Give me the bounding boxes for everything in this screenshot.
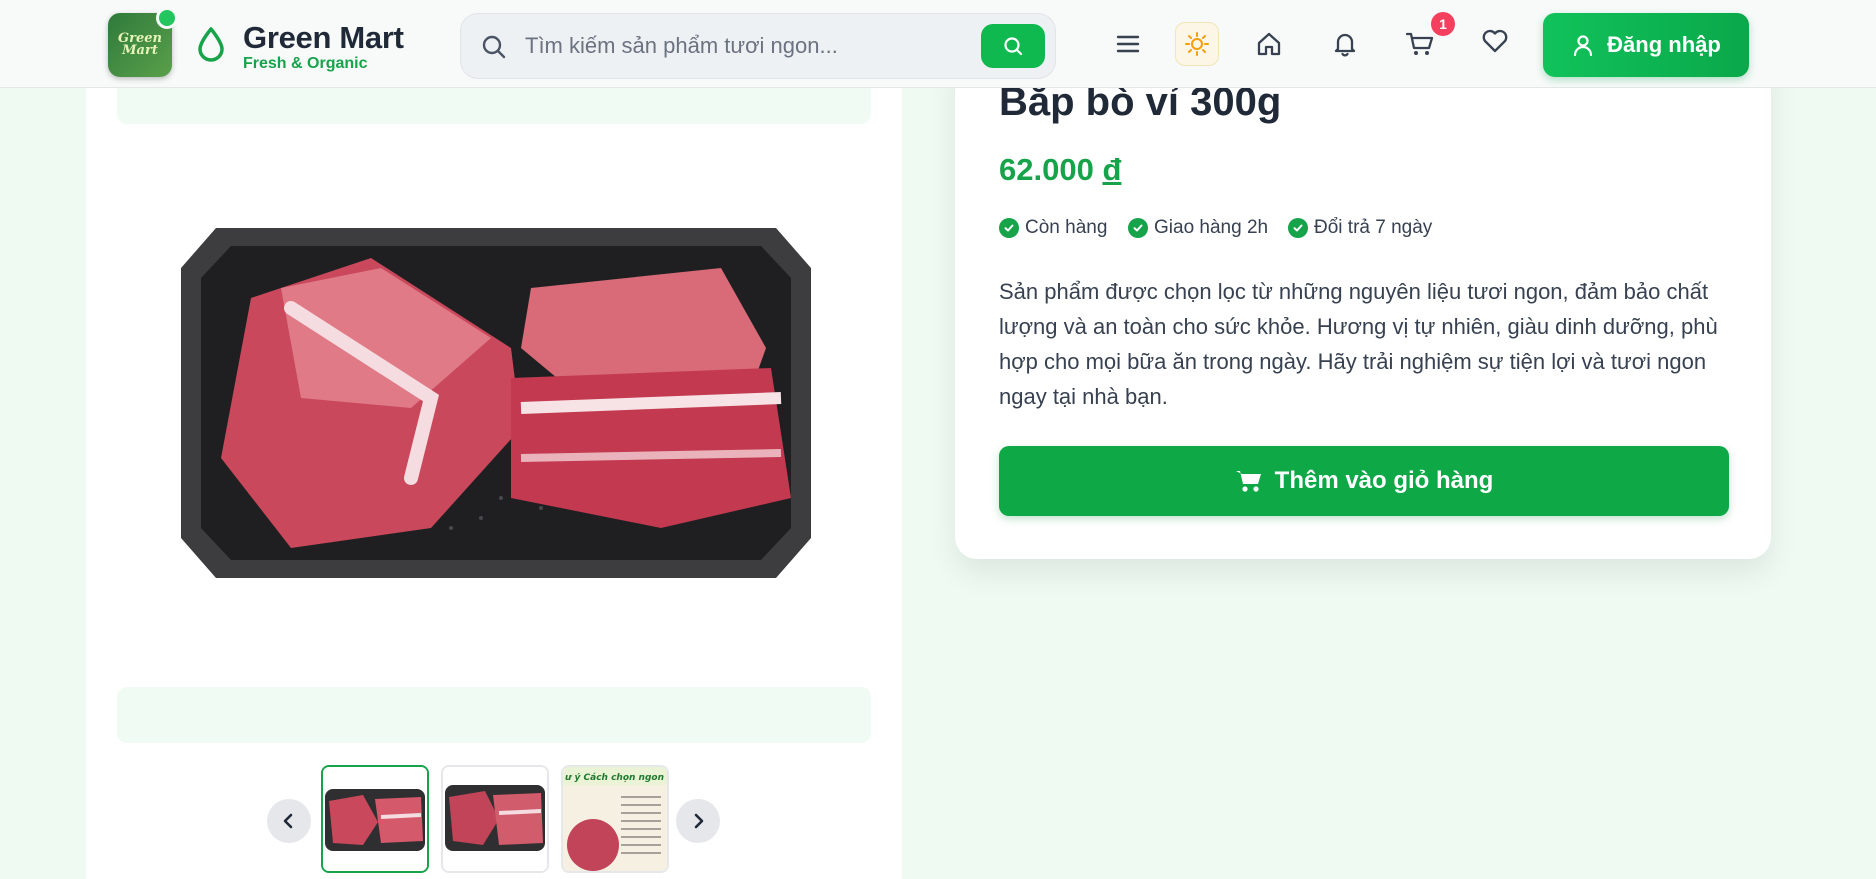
check-circle-icon xyxy=(1128,218,1148,238)
search-icon xyxy=(482,35,506,59)
online-dot xyxy=(156,7,178,29)
product-price: 62.000 đ xyxy=(999,152,1121,188)
thumbnail-caption: ư ý Cách chọn ngon nh xyxy=(565,773,667,783)
cart-count-badge: 1 xyxy=(1431,12,1455,36)
gallery-prev-button[interactable] xyxy=(267,799,311,843)
logo-text: Green Mart xyxy=(118,31,162,58)
gallery-thumbnail[interactable]: ư ý Cách chọn ngon nh xyxy=(561,765,669,873)
login-label: Đăng nhập xyxy=(1607,32,1721,57)
gallery-bottom-strip xyxy=(117,687,871,743)
product-main-image[interactable] xyxy=(181,228,811,578)
feature-label: Giao hàng 2h xyxy=(1154,217,1269,238)
thumbnail-image xyxy=(323,767,427,871)
home-icon xyxy=(1257,32,1281,56)
gallery-top-strip xyxy=(117,88,871,124)
cart-icon xyxy=(1235,471,1261,492)
add-to-cart-label: Thêm vào giỏ hàng xyxy=(1274,467,1494,494)
feature-label: Đổi trả 7 ngày xyxy=(1314,217,1433,238)
thumbnail-image xyxy=(443,767,547,871)
price-currency: đ xyxy=(1102,152,1122,187)
check-circle-icon xyxy=(999,218,1019,238)
price-value: 62.000 xyxy=(999,152,1094,187)
cart-icon xyxy=(1405,32,1434,55)
product-description: Sản phẩm được chọn lọc từ những nguyên l… xyxy=(999,279,1718,409)
feature-fast-delivery: Giao hàng 2h xyxy=(1128,217,1268,239)
home-button[interactable] xyxy=(1251,26,1287,62)
brand-name[interactable]: Green Mart xyxy=(243,20,404,56)
search-icon xyxy=(1004,37,1023,56)
brand-tagline: Fresh & Organic xyxy=(243,55,368,72)
search-bar xyxy=(460,13,1056,79)
user-icon xyxy=(1574,35,1593,57)
gallery-thumbnail[interactable] xyxy=(321,765,429,873)
thumbnail-image: ư ý Cách chọn ngon nh xyxy=(563,767,667,871)
leaf-drop-icon xyxy=(198,27,224,62)
add-to-cart-button[interactable]: Thêm vào giỏ hàng xyxy=(999,446,1729,516)
notifications-button[interactable] xyxy=(1327,26,1363,62)
feature-label: Còn hàng xyxy=(1025,217,1108,238)
heart-icon xyxy=(1482,29,1508,53)
menu-button[interactable] xyxy=(1110,26,1146,62)
top-navbar: Green Mart Green Mart Fresh & Organic Tì… xyxy=(0,0,1876,88)
theme-toggle-button[interactable] xyxy=(1175,22,1219,66)
bell-icon xyxy=(1334,33,1356,57)
chevron-right-icon xyxy=(694,813,704,829)
product-info-card: Bắp bò vỉ 300g 62.000 đ Còn hàng Giao hà… xyxy=(955,50,1771,559)
product-gallery: ư ý Cách chọn ngon nh xyxy=(86,88,902,879)
search-input[interactable] xyxy=(525,28,925,64)
feature-return-policy: Đổi trả 7 ngày xyxy=(1288,217,1432,239)
wishlist-button[interactable] xyxy=(1477,23,1513,59)
sun-icon xyxy=(1185,32,1209,56)
check-circle-icon xyxy=(1288,218,1308,238)
search-button[interactable] xyxy=(981,24,1045,68)
chevron-left-icon xyxy=(283,813,293,829)
feature-in-stock: Còn hàng xyxy=(999,217,1107,239)
gallery-thumbnail[interactable] xyxy=(441,765,549,873)
menu-icon xyxy=(1116,35,1140,53)
gallery-next-button[interactable] xyxy=(676,799,720,843)
login-button[interactable]: Đăng nhập xyxy=(1543,13,1749,77)
